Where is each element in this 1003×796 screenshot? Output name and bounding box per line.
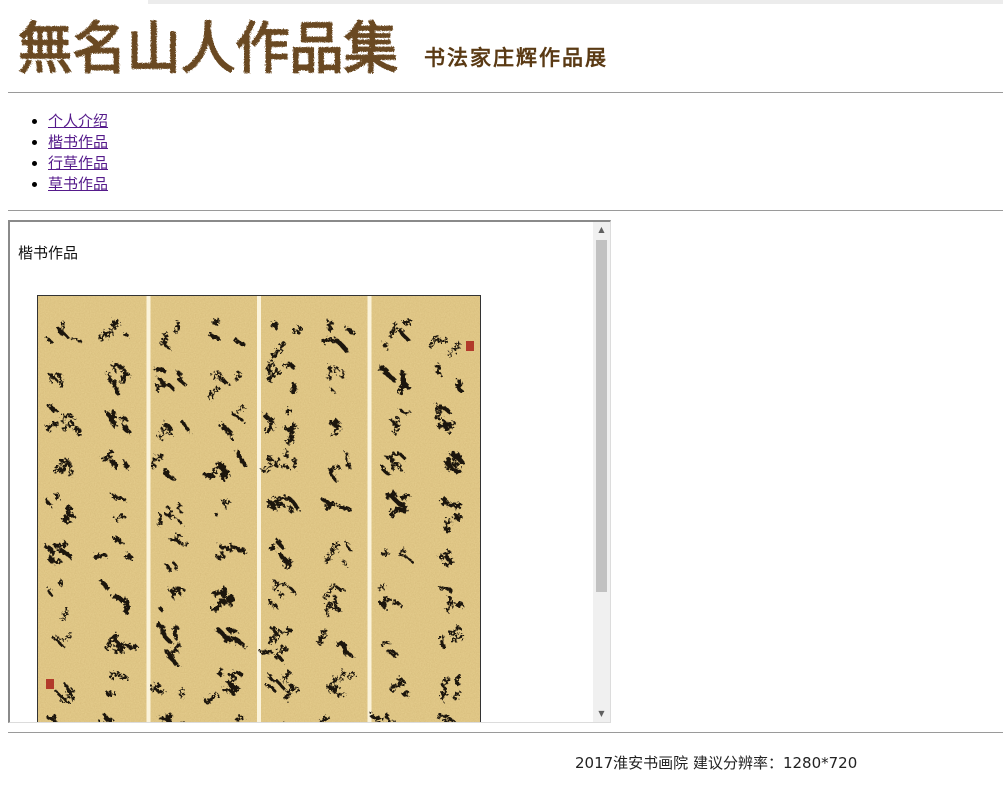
scroll-down-arrow-icon[interactable]: ▼	[593, 706, 610, 722]
content-heading: 楷书作品	[18, 244, 79, 262]
nav-item: 楷书作品	[48, 132, 108, 153]
nav-link-xingcao[interactable]: 行草作品	[48, 154, 108, 172]
nav-item: 行草作品	[48, 153, 108, 174]
nav-item: 草书作品	[48, 174, 108, 195]
footer-divider	[8, 732, 1003, 733]
calligraphy-artwork	[37, 295, 481, 722]
content-iframe[interactable]: 楷书作品 ▲ ▼	[8, 220, 611, 723]
top-strip	[148, 0, 1003, 4]
main-nav: 个人介绍 楷书作品 行草作品 草书作品	[0, 111, 108, 195]
logo-text: 無名山人作品集	[18, 16, 398, 80]
site-header: 無名山人作品集 书法家庄辉作品展	[0, 6, 1003, 90]
nav-divider	[8, 210, 1003, 211]
nav-link-kaishu[interactable]: 楷书作品	[48, 133, 108, 151]
site-subtitle: 书法家庄辉作品展	[424, 46, 608, 70]
nav-link-caoshu[interactable]: 草书作品	[48, 175, 108, 193]
iframe-scrollbar[interactable]: ▲ ▼	[593, 222, 610, 722]
nav-link-intro[interactable]: 个人介绍	[48, 112, 108, 130]
scroll-up-arrow-icon[interactable]: ▲	[593, 222, 610, 238]
scrollbar-thumb[interactable]	[596, 240, 607, 592]
site-logo: 無名山人作品集	[18, 16, 398, 80]
footer-text: 2017淮安书画院 建议分辨率：1280*720	[575, 754, 858, 772]
nav-item: 个人介绍	[48, 111, 108, 132]
header-divider	[8, 92, 1003, 93]
